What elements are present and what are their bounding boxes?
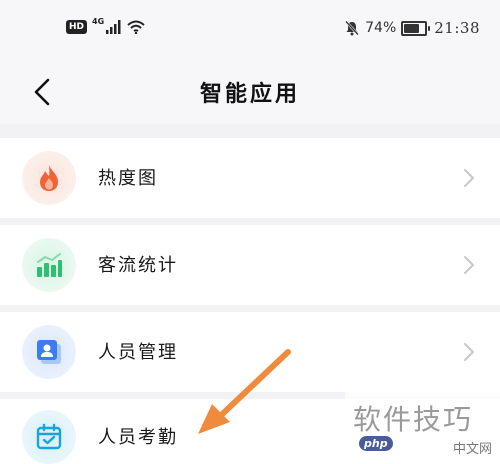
clock: 21:38 [434, 19, 480, 37]
app-header: 智能应用 [0, 62, 500, 124]
menu-item-heatmap[interactable]: 热度图 [0, 138, 500, 218]
menu-item-label: 热度图 [98, 168, 158, 189]
battery-icon [401, 20, 431, 36]
menu-item-label: 人员管理 [98, 342, 178, 363]
traffic-icon-badge [22, 238, 76, 292]
page-title: 智能应用 [199, 82, 300, 107]
mute-bell-icon [345, 20, 360, 36]
chevron-right-icon [464, 256, 474, 274]
battery-fill [404, 23, 420, 33]
menu-item-label: 客流统计 [98, 255, 178, 276]
signal-icon [106, 20, 121, 34]
attendance-icon-badge [22, 410, 76, 464]
watermark-php-badge: php [359, 436, 393, 451]
menu-item-staff-management[interactable]: 人员管理 [0, 312, 500, 392]
battery-percent: 74% [365, 20, 397, 36]
watermark-subtext: 中文网 [452, 442, 492, 457]
wifi-icon [127, 20, 145, 34]
calendar-check-icon [36, 423, 62, 450]
menu-item-traffic-stats[interactable]: 客流统计 [0, 225, 500, 305]
chevron-right-icon [464, 343, 474, 361]
status-left: HD 4G [66, 16, 145, 34]
hd-badge: HD [66, 20, 88, 34]
bar-chart-icon [37, 253, 62, 277]
person-card-icon [37, 340, 61, 364]
heatmap-icon-badge [22, 151, 76, 205]
watermark: 软件技巧 php 中文网 [345, 392, 500, 464]
watermark-text: 软件技巧 [353, 403, 474, 436]
staff-icon-badge [22, 325, 76, 379]
status-right: 74% 21:38 [344, 19, 480, 37]
menu-item-label: 人员考勤 [98, 427, 178, 448]
flame-icon [40, 165, 58, 191]
network-type: 4G [92, 16, 105, 26]
chevron-right-icon [464, 169, 474, 187]
status-bar: HD 4G 74% 21:38 [0, 0, 500, 62]
